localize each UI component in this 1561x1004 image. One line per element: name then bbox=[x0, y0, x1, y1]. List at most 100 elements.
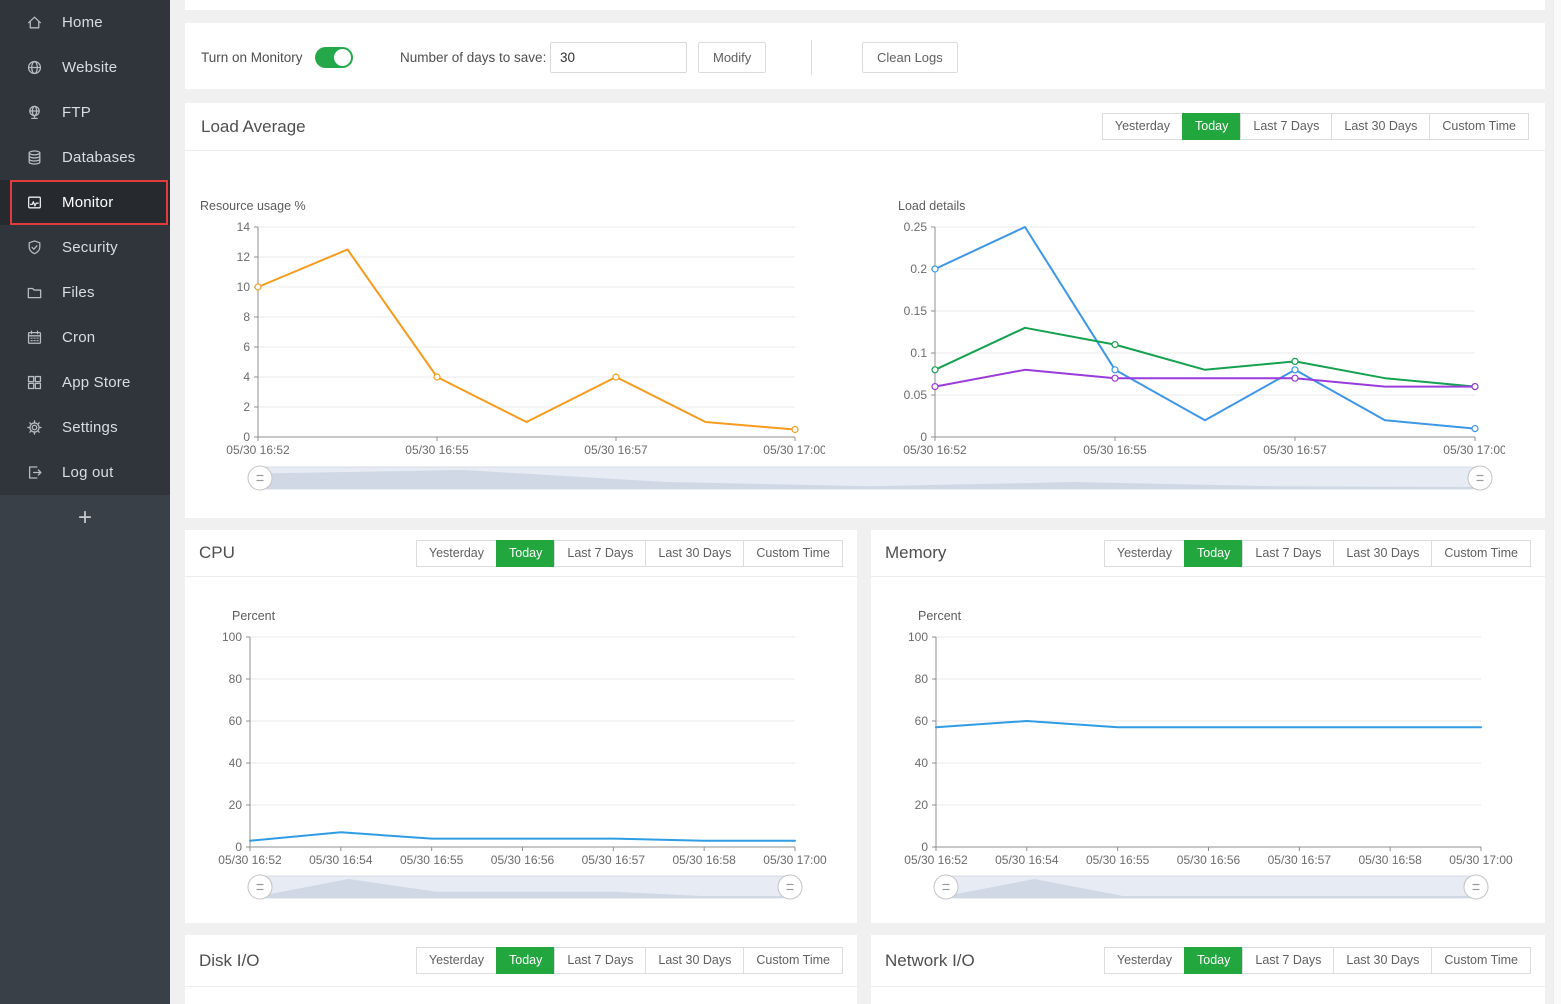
time-filter-custom-time[interactable]: Custom Time bbox=[743, 540, 843, 567]
sidebar-item-label: Website bbox=[62, 59, 117, 76]
svg-text:40: 40 bbox=[915, 756, 929, 770]
sidebar-item-label: FTP bbox=[62, 104, 91, 121]
time-filter-yesterday[interactable]: Yesterday bbox=[1104, 947, 1185, 974]
sidebar-item-website[interactable]: Website bbox=[0, 45, 170, 90]
sidebar-item-logout[interactable]: Log out bbox=[0, 450, 170, 495]
monitor-toggle[interactable] bbox=[315, 47, 353, 68]
svg-text:6: 6 bbox=[243, 340, 250, 354]
sidebar: Home Website FTP Databases bbox=[0, 0, 170, 1004]
time-filter-custom-time[interactable]: Custom Time bbox=[743, 947, 843, 974]
load-average-header: Load Average YesterdayTodayLast 7 DaysLa… bbox=[185, 103, 1545, 151]
sidebar-item-home[interactable]: Home bbox=[0, 0, 170, 45]
memory-zoom-slider[interactable] bbox=[936, 873, 1486, 901]
svg-text:05/30 16:52: 05/30 16:52 bbox=[903, 443, 967, 457]
panel-title: Memory bbox=[885, 543, 946, 563]
svg-text:40: 40 bbox=[229, 756, 243, 770]
time-filter-last-7-days[interactable]: Last 7 Days bbox=[1242, 947, 1334, 974]
sidebar-nav-list: Home Website FTP Databases bbox=[0, 0, 170, 495]
time-filter-last-30-days[interactable]: Last 30 Days bbox=[1331, 113, 1430, 140]
svg-text:0: 0 bbox=[921, 840, 928, 854]
svg-text:0.05: 0.05 bbox=[904, 388, 928, 402]
time-filter-last-7-days[interactable]: Last 7 Days bbox=[554, 947, 646, 974]
time-filter-yesterday[interactable]: Yesterday bbox=[1104, 540, 1185, 567]
svg-text:80: 80 bbox=[229, 672, 243, 686]
previous-panel-edge bbox=[185, 0, 1545, 10]
sidebar-item-label: Cron bbox=[62, 329, 95, 346]
svg-text:10: 10 bbox=[237, 280, 251, 294]
time-filter-custom-time[interactable]: Custom Time bbox=[1431, 540, 1531, 567]
sidebar-item-files[interactable]: Files bbox=[0, 270, 170, 315]
sidebar-item-security[interactable]: Security bbox=[0, 225, 170, 270]
panel-title: CPU bbox=[199, 543, 235, 563]
ftp-globe-icon bbox=[25, 104, 43, 122]
sidebar-item-label: Home bbox=[62, 14, 103, 31]
svg-text:05/30 16:57: 05/30 16:57 bbox=[584, 443, 648, 457]
days-to-save-input[interactable] bbox=[550, 42, 687, 73]
time-filter-last-7-days[interactable]: Last 7 Days bbox=[554, 540, 646, 567]
svg-text:05/30 17:00: 05/30 17:00 bbox=[763, 853, 827, 867]
time-range-group: YesterdayTodayLast 7 DaysLast 30 DaysCus… bbox=[416, 540, 843, 567]
memory-panel: Memory YesterdayTodayLast 7 DaysLast 30 … bbox=[871, 530, 1545, 923]
time-filter-yesterday[interactable]: Yesterday bbox=[416, 947, 497, 974]
memory-chart: 02040608010005/30 16:5205/30 16:5405/30 … bbox=[886, 625, 1526, 890]
svg-text:05/30 16:56: 05/30 16:56 bbox=[1177, 853, 1241, 867]
clean-logs-button[interactable]: Clean Logs bbox=[862, 42, 958, 73]
svg-text:05/30 16:58: 05/30 16:58 bbox=[672, 853, 736, 867]
svg-text:05/30 16:52: 05/30 16:52 bbox=[218, 853, 282, 867]
time-range-group: YesterdayTodayLast 7 DaysLast 30 DaysCus… bbox=[1104, 947, 1531, 974]
sidebar-item-app-store[interactable]: App Store bbox=[0, 360, 170, 405]
time-filter-today[interactable]: Today bbox=[1184, 540, 1243, 567]
svg-text:12: 12 bbox=[237, 250, 251, 264]
main-content: Turn on Monitory Number of days to save:… bbox=[170, 0, 1561, 1004]
time-filter-last-7-days[interactable]: Last 7 Days bbox=[1242, 540, 1334, 567]
svg-text:05/30 16:56: 05/30 16:56 bbox=[491, 853, 555, 867]
time-filter-today[interactable]: Today bbox=[496, 947, 555, 974]
time-filter-last-30-days[interactable]: Last 30 Days bbox=[645, 540, 744, 567]
time-filter-last-30-days[interactable]: Last 30 Days bbox=[645, 947, 744, 974]
add-button[interactable]: + bbox=[0, 496, 170, 540]
toolbar-divider bbox=[811, 40, 812, 75]
time-filter-yesterday[interactable]: Yesterday bbox=[1102, 113, 1183, 140]
network-io-header: Network I/O YesterdayTodayLast 7 DaysLas… bbox=[871, 935, 1545, 987]
monitor-chart-icon bbox=[25, 194, 43, 212]
network-io-panel: Network I/O YesterdayTodayLast 7 DaysLas… bbox=[871, 935, 1545, 1004]
load-average-zoom-slider[interactable] bbox=[250, 464, 1490, 492]
svg-text:05/30 16:54: 05/30 16:54 bbox=[995, 853, 1059, 867]
sidebar-item-cron[interactable]: Cron bbox=[0, 315, 170, 360]
cpu-chart: 02040608010005/30 16:5205/30 16:5405/30 … bbox=[200, 625, 840, 890]
svg-text:05/30 16:58: 05/30 16:58 bbox=[1358, 853, 1422, 867]
sidebar-item-databases[interactable]: Databases bbox=[0, 135, 170, 180]
time-filter-today[interactable]: Today bbox=[1182, 113, 1241, 140]
time-filter-today[interactable]: Today bbox=[496, 540, 555, 567]
time-range-group: YesterdayTodayLast 7 DaysLast 30 DaysCus… bbox=[416, 947, 843, 974]
time-filter-today[interactable]: Today bbox=[1184, 947, 1243, 974]
svg-text:4: 4 bbox=[243, 370, 250, 384]
svg-text:0.25: 0.25 bbox=[904, 220, 928, 234]
sidebar-item-label: Security bbox=[62, 239, 118, 256]
time-filter-last-30-days[interactable]: Last 30 Days bbox=[1333, 540, 1432, 567]
page-scrollbar[interactable] bbox=[1553, 0, 1561, 1004]
sidebar-item-settings[interactable]: Settings bbox=[0, 405, 170, 450]
modify-button[interactable]: Modify bbox=[698, 42, 766, 73]
app-grid-icon bbox=[25, 374, 43, 392]
time-filter-custom-time[interactable]: Custom Time bbox=[1431, 947, 1531, 974]
time-filter-yesterday[interactable]: Yesterday bbox=[416, 540, 497, 567]
svg-text:14: 14 bbox=[237, 220, 251, 234]
panel-title: Load Average bbox=[201, 117, 306, 137]
svg-text:0.15: 0.15 bbox=[904, 304, 928, 318]
toggle-label: Turn on Monitory bbox=[201, 50, 303, 65]
sidebar-item-ftp[interactable]: FTP bbox=[0, 90, 170, 135]
sidebar-item-monitor[interactable]: Monitor bbox=[0, 180, 170, 225]
database-icon bbox=[25, 149, 43, 167]
svg-text:05/30 17:00: 05/30 17:00 bbox=[1449, 853, 1513, 867]
add-button-label: + bbox=[78, 504, 92, 532]
svg-text:80: 80 bbox=[915, 672, 929, 686]
svg-text:05/30 16:55: 05/30 16:55 bbox=[405, 443, 469, 457]
time-filter-custom-time[interactable]: Custom Time bbox=[1429, 113, 1529, 140]
time-filter-last-7-days[interactable]: Last 7 Days bbox=[1240, 113, 1332, 140]
svg-text:0.2: 0.2 bbox=[910, 262, 927, 276]
time-filter-last-30-days[interactable]: Last 30 Days bbox=[1333, 947, 1432, 974]
svg-text:05/30 16:55: 05/30 16:55 bbox=[1083, 443, 1147, 457]
cpu-zoom-slider[interactable] bbox=[250, 873, 800, 901]
svg-text:0: 0 bbox=[920, 430, 927, 444]
